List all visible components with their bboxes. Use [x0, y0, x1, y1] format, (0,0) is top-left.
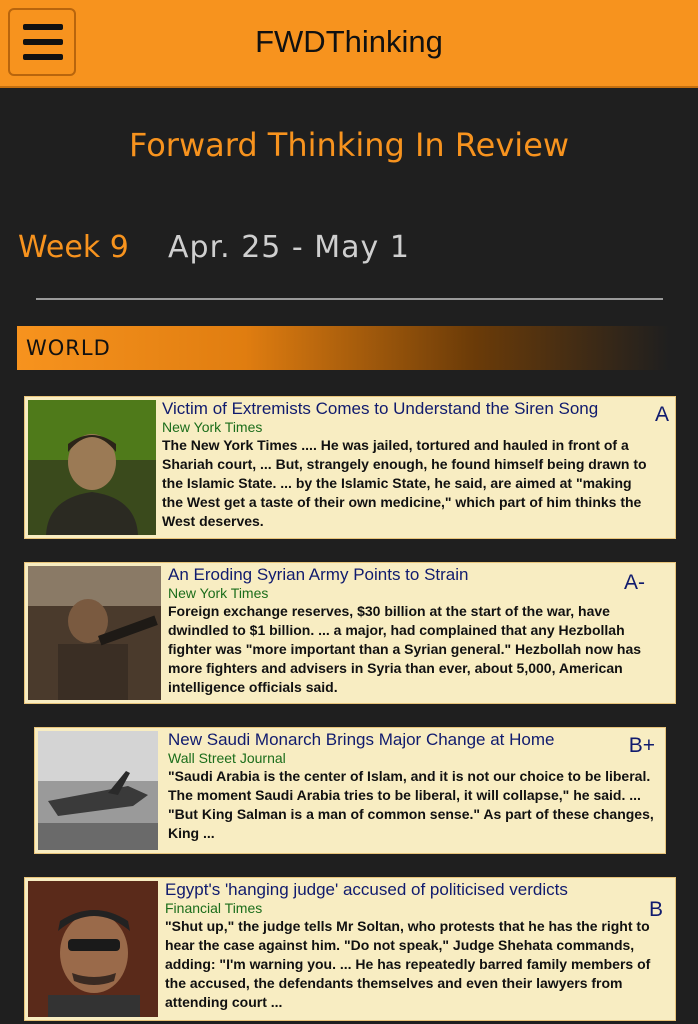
article-thumbnail: [28, 566, 161, 700]
soldier-image-icon: [28, 566, 161, 700]
app-title: FWDThinking: [255, 24, 443, 59]
article-text: New Saudi Monarch Brings Major Change at…: [168, 728, 661, 853]
article-snippet: "Shut up," the judge tells Mr Soltan, wh…: [165, 918, 651, 1010]
week-label: Week 9: [18, 230, 129, 265]
article-source: New York Times: [168, 585, 269, 601]
article-card[interactable]: New Saudi Monarch Brings Major Change at…: [34, 727, 666, 854]
article-source: New York Times: [162, 419, 263, 435]
article-text: Egypt's 'hanging judge' accused of polit…: [165, 878, 671, 1020]
article-headline[interactable]: Victim of Extremists Comes to Understand…: [162, 399, 647, 419]
article-headline[interactable]: An Eroding Syrian Army Points to Strain: [168, 565, 663, 585]
aircraft-image-icon: [38, 731, 158, 850]
section-title: WORLD: [26, 336, 111, 360]
article-snippet: "Saudi Arabia is the center of Islam, an…: [168, 768, 654, 841]
judge-portrait-image-icon: [28, 881, 158, 1017]
article-grade: B: [648, 898, 663, 921]
page-title: Forward Thinking In Review: [128, 126, 570, 164]
article-text: An Eroding Syrian Army Points to Strain …: [168, 563, 663, 703]
article-headline[interactable]: New Saudi Monarch Brings Major Change at…: [168, 730, 661, 750]
article-grade: A: [654, 403, 669, 426]
article-grade: B+: [628, 734, 655, 757]
portrait-image-icon: [28, 400, 156, 535]
article-text: Victim of Extremists Comes to Understand…: [162, 397, 647, 538]
article-card[interactable]: An Eroding Syrian Army Points to Strain …: [24, 562, 676, 704]
article-thumbnail: [38, 731, 158, 850]
article-grade: A-: [624, 571, 645, 594]
date-range: Apr. 25 - May 1: [168, 230, 410, 265]
article-source: Financial Times: [165, 900, 263, 916]
article-headline[interactable]: Egypt's 'hanging judge' accused of polit…: [165, 880, 671, 900]
app-header: FWDThinking: [0, 0, 698, 88]
section-header-world: WORLD: [17, 326, 669, 370]
divider: [36, 298, 663, 300]
article-source: Wall Street Journal: [168, 750, 286, 766]
article-card[interactable]: Victim of Extremists Comes to Understand…: [24, 396, 676, 539]
article-snippet: Foreign exchange reserves, $30 billion a…: [168, 603, 642, 695]
article-snippet: The New York Times .... He was jailed, t…: [162, 437, 647, 529]
article-thumbnail: [28, 400, 156, 535]
article-card[interactable]: Egypt's 'hanging judge' accused of polit…: [24, 877, 676, 1021]
article-thumbnail: [28, 881, 158, 1017]
